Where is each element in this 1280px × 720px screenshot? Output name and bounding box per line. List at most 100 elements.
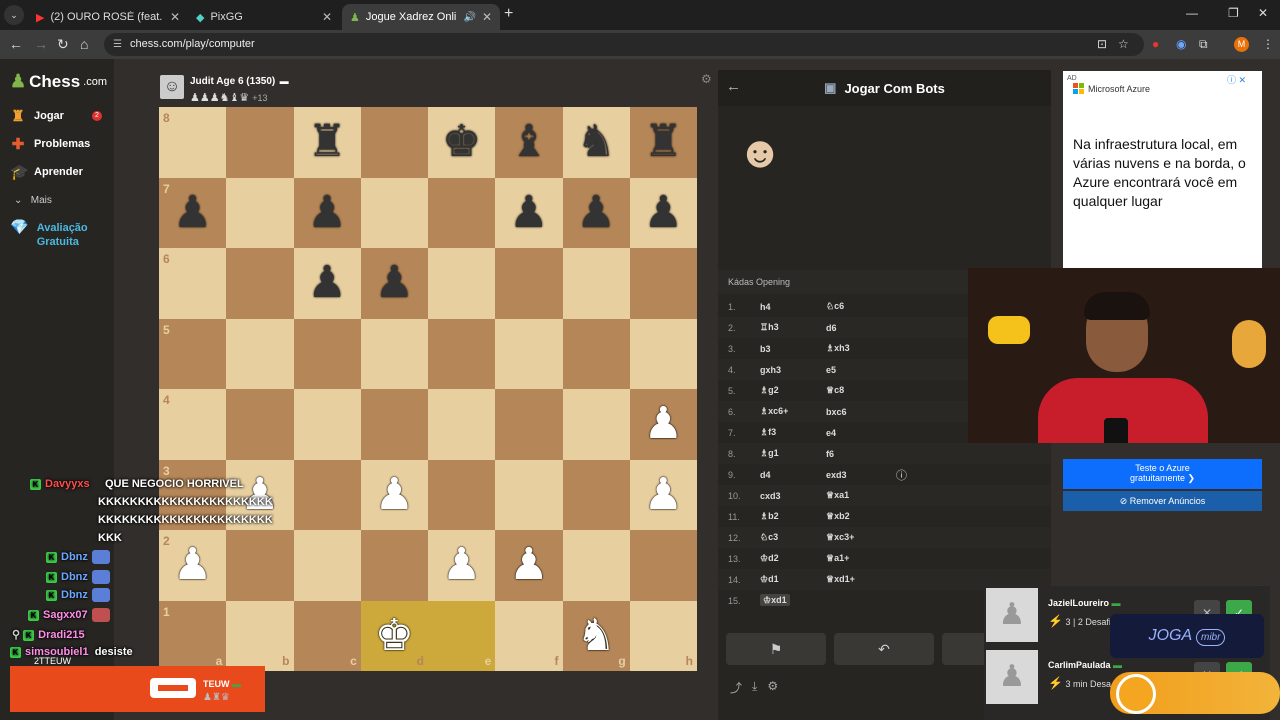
square-e8[interactable]: ♚ <box>428 107 496 178</box>
black-pawn-icon[interactable]: ♟ <box>307 190 346 235</box>
black-pawn-icon[interactable]: ♟ <box>173 190 212 235</box>
black-move[interactable]: e4 <box>826 428 896 438</box>
black-move[interactable]: ♘c6 <box>826 301 896 312</box>
square-d2[interactable] <box>360 530 428 601</box>
browser-tab-youtube[interactable]: ▶ (2) OURO ROSÉ (feat. Peu, Suet ✕ <box>28 4 188 30</box>
home-icon[interactable]: ⌂ <box>80 36 88 52</box>
sidebar-item-problemas[interactable]: ✚ Problemas <box>10 135 91 153</box>
white-move[interactable]: d4 <box>760 470 826 480</box>
black-rook-icon[interactable]: ♜ <box>307 120 346 164</box>
black-pawn-icon[interactable]: ♟ <box>509 190 548 235</box>
square-a6[interactable]: 6 <box>159 248 227 319</box>
square-c5[interactable] <box>293 318 361 389</box>
extension-red-icon[interactable]: ● <box>1152 37 1159 51</box>
white-move[interactable]: ♗f3 <box>760 427 826 438</box>
square-f6[interactable] <box>495 248 563 319</box>
square-g5[interactable] <box>562 318 630 389</box>
square-h8[interactable]: ♜ <box>629 107 697 178</box>
black-bishop-icon[interactable]: ♝ <box>509 120 548 164</box>
white-pawn-icon[interactable]: ♟ <box>644 402 683 446</box>
square-c6[interactable]: ♟ <box>293 248 361 319</box>
opponent-name[interactable]: Judit Age 6 (1350) <box>190 76 275 87</box>
square-f3[interactable] <box>495 459 563 530</box>
player-name[interactable]: TEUW ▬ <box>203 679 241 689</box>
browser-menu-icon[interactable]: ⋮ <box>1262 37 1274 51</box>
black-move[interactable]: ♕xb2 <box>826 511 896 522</box>
share-icon[interactable]: ⤴ <box>730 679 742 696</box>
square-b7[interactable] <box>226 177 294 248</box>
address-bar[interactable]: ☰ chess.com/play/computer <box>104 33 1144 56</box>
square-h7[interactable]: ♟ <box>629 177 697 248</box>
reload-button[interactable]: ↻ <box>57 36 69 53</box>
new-tab-button[interactable]: + <box>504 5 513 23</box>
square-f7[interactable]: ♟ <box>495 177 563 248</box>
white-pawn-icon[interactable]: ♟ <box>509 543 548 587</box>
square-g7[interactable]: ♟ <box>562 177 630 248</box>
square-f2[interactable]: ♟ <box>495 530 563 601</box>
white-move[interactable]: ♗g1 <box>760 448 826 459</box>
sidebar-item-jogar[interactable]: ♜ Jogar <box>10 107 64 125</box>
white-move[interactable]: ♔xd1 <box>760 594 826 606</box>
square-c2[interactable] <box>293 530 361 601</box>
chess-com-logo[interactable]: ♟ Chess .com <box>10 71 107 92</box>
square-e6[interactable] <box>428 248 496 319</box>
square-a8[interactable]: 8 <box>159 107 227 178</box>
white-move[interactable]: cxd3 <box>760 491 826 501</box>
square-a7[interactable]: 7 ♟ <box>159 177 227 248</box>
square-b5[interactable] <box>226 318 294 389</box>
square-d8[interactable] <box>360 107 428 178</box>
square-e1[interactable]: e <box>428 600 496 671</box>
square-g3[interactable] <box>562 459 630 530</box>
white-move[interactable]: ♗b2 <box>760 511 826 522</box>
square-b8[interactable] <box>226 107 294 178</box>
opponent-avatar[interactable]: ☺ <box>160 75 184 99</box>
white-pawn-icon[interactable]: ♟ <box>375 472 414 517</box>
board-settings-gear-icon[interactable]: ⚙ <box>701 72 712 86</box>
square-e4[interactable] <box>428 389 496 460</box>
square-h3[interactable]: ♟ <box>629 459 697 530</box>
white-move[interactable]: h4 <box>760 302 826 312</box>
white-move[interactable]: ♘c3 <box>760 532 826 543</box>
square-d7[interactable] <box>360 177 428 248</box>
square-g4[interactable] <box>562 389 630 460</box>
install-app-icon[interactable]: ⊡ <box>1097 37 1107 51</box>
forward-button[interactable]: → <box>34 36 48 52</box>
square-f4[interactable] <box>495 389 563 460</box>
free-trial-link[interactable]: 💎 Avaliação Gratuita <box>10 220 88 249</box>
browser-tab-chess[interactable]: ♟ Jogue Xadrez Online Contr 🔊 ✕ <box>342 4 500 30</box>
square-a4[interactable]: 4 <box>159 389 227 460</box>
tab-search-button[interactable]: ⌄ <box>4 5 24 25</box>
square-f5[interactable] <box>495 318 563 389</box>
remove-ads-button[interactable]: ⊘ Remover Anúncios <box>1063 491 1262 511</box>
black-pawn-icon[interactable]: ♟ <box>307 261 346 305</box>
square-c3[interactable] <box>293 459 361 530</box>
black-move[interactable]: ♕c8 <box>826 385 896 396</box>
white-pawn-icon[interactable]: ♟ <box>644 472 683 517</box>
square-f8[interactable]: ♝ <box>495 107 563 178</box>
black-move[interactable]: d6 <box>826 323 896 333</box>
square-h5[interactable] <box>629 318 697 389</box>
close-window-button[interactable]: ✕ <box>1258 6 1268 20</box>
black-move[interactable]: exd3 <box>826 470 896 480</box>
square-c8[interactable]: ♜ <box>293 107 361 178</box>
info-icon[interactable]: ⓘ <box>896 467 907 483</box>
azure-ad[interactable]: AD ⓘ ✕ Microsoft Azure Na infraestrutura… <box>1063 71 1262 268</box>
square-h6[interactable] <box>629 248 697 319</box>
black-pawn-icon[interactable]: ♟ <box>576 190 615 235</box>
white-king-icon[interactable]: ♚ <box>375 613 414 658</box>
square-d4[interactable] <box>360 389 428 460</box>
download-icon[interactable]: ⤓ <box>752 679 757 696</box>
black-move[interactable]: ♕a1+ <box>826 553 896 564</box>
square-e2[interactable]: ♟ <box>428 530 496 601</box>
bookmark-star-icon[interactable]: ☆ <box>1118 37 1129 51</box>
square-d1[interactable]: d ♚ <box>360 600 428 671</box>
black-move[interactable]: ♗xh3 <box>826 343 896 354</box>
minimize-button[interactable]: — <box>1186 6 1198 20</box>
square-e7[interactable] <box>428 177 496 248</box>
resign-button[interactable]: ⚑ <box>726 633 826 665</box>
square-b6[interactable] <box>226 248 294 319</box>
maximize-button[interactable]: ❐ <box>1228 6 1239 20</box>
profile-avatar[interactable]: M <box>1234 37 1249 52</box>
black-move[interactable]: ♕xc3+ <box>826 532 896 543</box>
square-c1[interactable]: c <box>293 600 361 671</box>
